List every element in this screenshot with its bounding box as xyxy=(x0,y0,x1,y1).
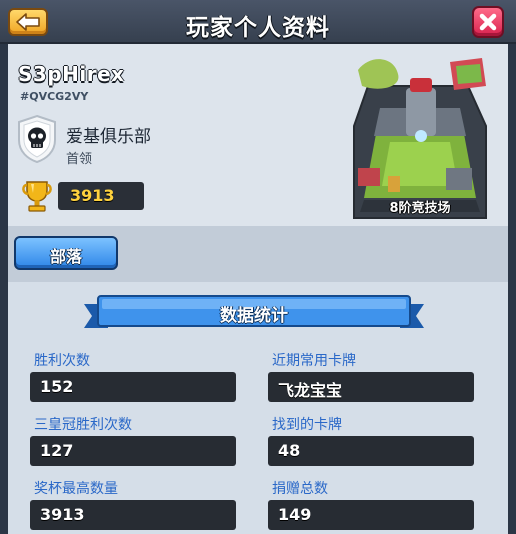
close-button[interactable] xyxy=(472,6,504,38)
stat-cards-found-label: 找到的卡牌 xyxy=(272,417,342,433)
stat-three-crown-value: 127 xyxy=(30,436,236,466)
stat-cards-found-value: 48 xyxy=(268,436,474,466)
arena-icon: 8阶竞技场 xyxy=(350,48,490,224)
trophy-count: 3913 xyxy=(58,182,144,210)
clan-name[interactable]: 爱基俱乐部 xyxy=(66,122,151,147)
stat-three-crown-label: 三皇冠胜利次数 xyxy=(34,417,132,433)
player-tag: #QVCG2VY xyxy=(20,90,89,103)
stats-section-title: 数据统计 xyxy=(220,306,288,326)
arena-label: 8阶竞技场 xyxy=(389,201,451,216)
stat-donations-value: 149 xyxy=(268,500,474,530)
trophy-icon xyxy=(20,178,54,214)
header-bar: 玩家个人资料 xyxy=(0,0,516,44)
stat-donations-label: 捐赠总数 xyxy=(272,481,328,497)
skull-shield-icon[interactable] xyxy=(16,114,58,164)
stat-favorite-card-label: 近期常用卡牌 xyxy=(272,353,356,369)
stat-highest-trophies-value: 3913 xyxy=(30,500,236,530)
tribe-button[interactable]: 部落 xyxy=(14,236,118,270)
stat-wins-value: 152 xyxy=(30,372,236,402)
stat-wins-label: 胜利次数 xyxy=(34,353,90,369)
page-title: 玩家个人资料 xyxy=(186,15,330,41)
close-x-icon xyxy=(479,13,497,31)
stat-highest-trophies-label: 奖杯最高数量 xyxy=(34,481,118,497)
player-name: S3pHirex xyxy=(18,62,125,86)
stat-favorite-card-value: 飞龙宝宝 xyxy=(268,372,474,402)
profile-panel: S3pHirex #QVCG2VY 爱基俱乐部 首领 3913 8阶竞技场 部落… xyxy=(8,44,508,534)
clan-role: 首领 xyxy=(66,152,93,167)
